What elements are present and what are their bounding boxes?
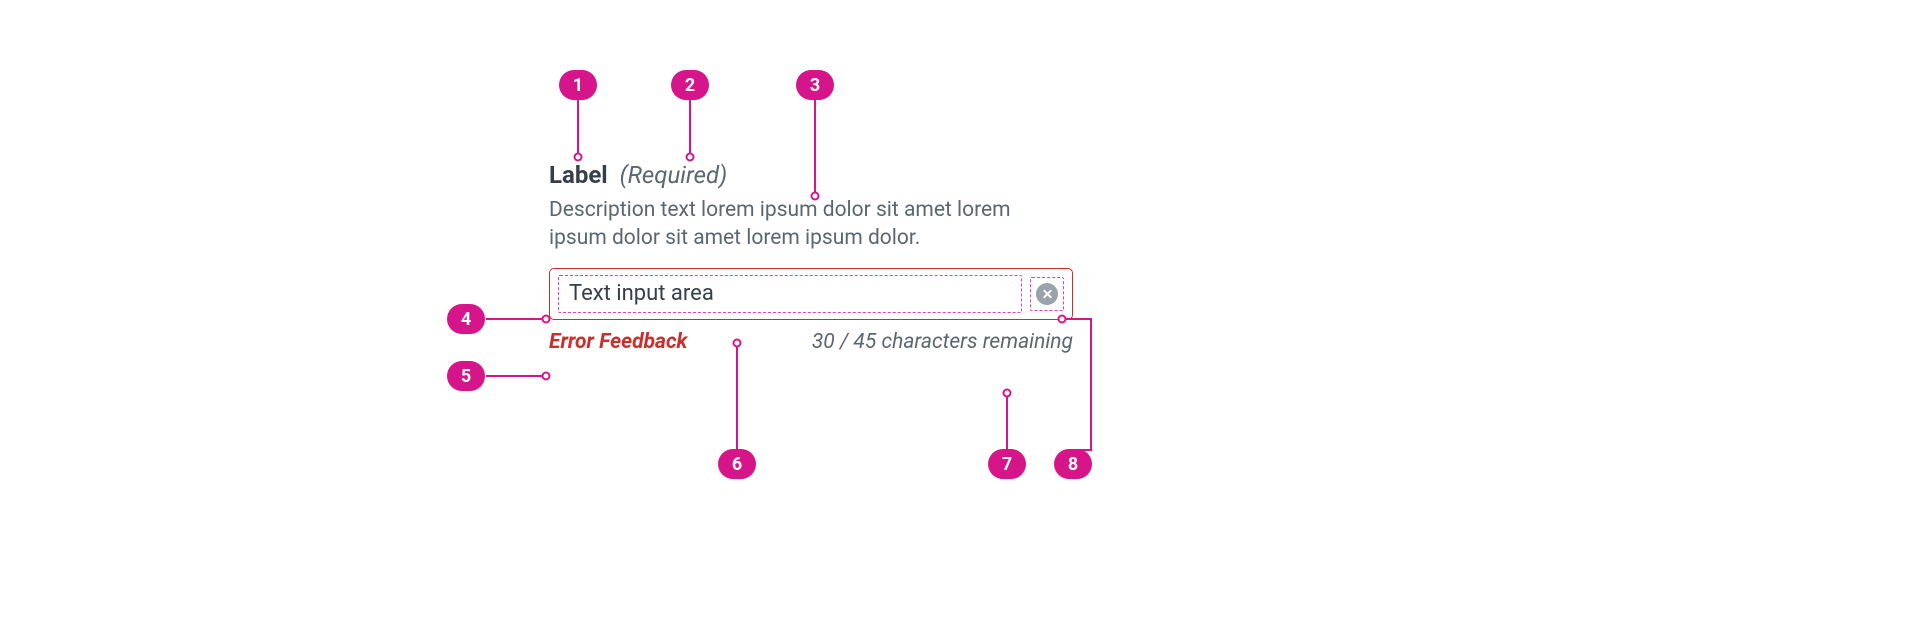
annotation-badge-7: 7	[988, 449, 1026, 479]
annotation-badge-2: 2	[671, 70, 709, 100]
clear-button-slot	[1030, 277, 1064, 311]
connector-line	[577, 99, 579, 154]
connector-endpoint	[574, 153, 583, 162]
connector-endpoint	[542, 315, 551, 324]
input-container: Text input area	[549, 268, 1073, 320]
annotation-badge-3: 3	[796, 70, 834, 100]
connector-endpoint	[686, 153, 695, 162]
connector-endpoint	[1003, 389, 1012, 398]
connector-line	[736, 344, 738, 450]
annotation-badge-8: 8	[1054, 449, 1092, 479]
field-label: Label	[549, 161, 608, 189]
connector-line	[1090, 318, 1092, 450]
connector-endpoint	[542, 372, 551, 381]
close-icon[interactable]	[1036, 283, 1058, 305]
text-field-component: Label (Required) Description text lorem …	[549, 160, 1073, 354]
connector-line	[486, 375, 543, 377]
connector-line	[486, 318, 543, 320]
connector-line	[1006, 394, 1008, 450]
connector-endpoint	[733, 339, 742, 348]
connector-endpoint	[1058, 315, 1067, 324]
text-input[interactable]: Text input area	[558, 275, 1022, 313]
error-feedback: Error Feedback	[549, 330, 687, 354]
connector-line	[689, 99, 691, 154]
connector-endpoint	[811, 192, 820, 201]
connector-line	[1062, 318, 1092, 320]
annotation-badge-6: 6	[718, 449, 756, 479]
annotation-badge-5: 5	[447, 361, 485, 391]
annotation-badge-4: 4	[447, 304, 485, 334]
required-indicator: (Required)	[620, 161, 728, 189]
annotation-badge-1: 1	[559, 70, 597, 100]
label-row: Label (Required)	[549, 160, 1073, 190]
field-description: Description text lorem ipsum dolor sit a…	[549, 196, 1073, 252]
feedback-row: Error Feedback 30 / 45 characters remain…	[549, 330, 1073, 354]
character-count: 30 / 45 characters remaining	[812, 330, 1073, 354]
connector-line	[814, 99, 816, 193]
